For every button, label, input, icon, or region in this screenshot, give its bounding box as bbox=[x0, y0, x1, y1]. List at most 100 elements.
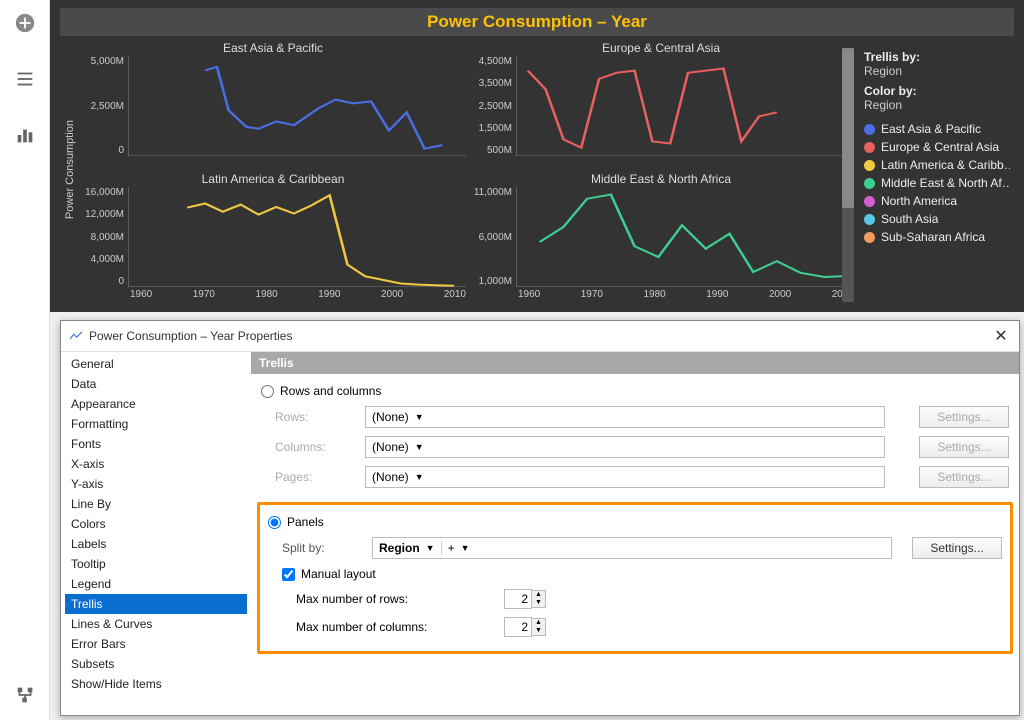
chevron-down-icon[interactable]: ▼ bbox=[532, 627, 545, 635]
y-tick: 4,500M bbox=[468, 56, 512, 67]
max-rows-input[interactable] bbox=[504, 589, 532, 609]
max-cols-spinner[interactable]: ▲▼ bbox=[504, 617, 546, 637]
nav-item-colors[interactable]: Colors bbox=[65, 514, 247, 534]
rows-columns-radio[interactable] bbox=[261, 385, 274, 398]
nav-item-x-axis[interactable]: X-axis bbox=[65, 454, 247, 474]
panels-radio[interactable] bbox=[268, 516, 281, 529]
rows-dropdown[interactable]: (None)▼ bbox=[365, 406, 885, 428]
y-tick: 0 bbox=[80, 145, 124, 156]
y-tick: 16,000M bbox=[80, 187, 124, 198]
line-plot bbox=[516, 56, 854, 156]
trellis-grid: East Asia & Pacific5,000M2,500M0Europe &… bbox=[80, 40, 854, 300]
nav-item-fonts[interactable]: Fonts bbox=[65, 434, 247, 454]
legend-item[interactable]: North America bbox=[864, 192, 1010, 210]
nav-item-general[interactable]: General bbox=[65, 354, 247, 374]
nav-item-line-by[interactable]: Line By bbox=[65, 494, 247, 514]
color-by-label: Color by: bbox=[864, 84, 1010, 98]
legend-item[interactable]: Middle East & North Af… bbox=[864, 174, 1010, 192]
y-tick: 3,500M bbox=[468, 78, 512, 89]
left-icon-rail bbox=[0, 0, 50, 720]
y-tick: 2,500M bbox=[80, 101, 124, 112]
y-tick: 6,000M bbox=[468, 232, 512, 243]
x-tick: 1960 bbox=[518, 289, 540, 300]
nav-item-y-axis[interactable]: Y-axis bbox=[65, 474, 247, 494]
chevron-up-icon[interactable]: ▲ bbox=[532, 591, 545, 599]
y-tick: 1,500M bbox=[468, 123, 512, 134]
y-tick: 8,000M bbox=[80, 232, 124, 243]
legend-label: Europe & Central Asia bbox=[881, 140, 999, 154]
nav-item-trellis[interactable]: Trellis bbox=[65, 594, 247, 614]
trellis-panel[interactable]: Europe & Central Asia4,500M3,500M2,500M1… bbox=[468, 40, 854, 169]
nav-item-labels[interactable]: Labels bbox=[65, 534, 247, 554]
y-tick: 4,000M bbox=[80, 254, 124, 265]
trellis-panel[interactable]: Middle East & North Africa11,000M 6,000M 1… bbox=[468, 171, 854, 300]
panel-title: Middle East & North Africa bbox=[468, 171, 854, 187]
y-tick: 500M bbox=[468, 145, 512, 156]
split-by-dropdown[interactable]: Region ▼ + ▼ bbox=[372, 537, 892, 559]
legend-item[interactable]: South Asia bbox=[864, 210, 1010, 228]
nav-item-error-bars[interactable]: Error Bars bbox=[65, 634, 247, 654]
legend-label: Latin America & Caribb… bbox=[881, 158, 1010, 172]
close-icon[interactable]: ✕ bbox=[991, 326, 1011, 346]
nav-item-show-hide-items[interactable]: Show/Hide Items bbox=[65, 674, 247, 694]
legend-swatch bbox=[864, 178, 875, 189]
rows-settings-button[interactable]: Settings... bbox=[919, 406, 1009, 428]
y-tick: 1,000M bbox=[468, 276, 512, 287]
properties-dialog: Power Consumption – Year Properties ✕ Ge… bbox=[60, 320, 1020, 716]
chevron-down-icon[interactable]: ▼ bbox=[532, 599, 545, 607]
x-tick: 1960 bbox=[130, 289, 152, 300]
legend-label: Sub-Saharan Africa bbox=[881, 230, 985, 244]
y-tick: 5,000M bbox=[80, 56, 124, 67]
y-tick: 11,000M bbox=[468, 187, 512, 198]
nav-item-lines-curves[interactable]: Lines & Curves bbox=[65, 614, 247, 634]
x-tick: 1990 bbox=[318, 289, 340, 300]
legend-label: North America bbox=[881, 194, 957, 208]
trellis-by-value: Region bbox=[864, 64, 1010, 78]
nav-item-subsets[interactable]: Subsets bbox=[65, 654, 247, 674]
trellis-by-label: Trellis by: bbox=[864, 50, 1010, 64]
scrollbar[interactable] bbox=[842, 48, 854, 302]
nav-item-legend[interactable]: Legend bbox=[65, 574, 247, 594]
legend-item[interactable]: Europe & Central Asia bbox=[864, 138, 1010, 156]
list-icon[interactable] bbox=[12, 66, 38, 92]
columns-dropdown[interactable]: (None)▼ bbox=[365, 436, 885, 458]
add-icon[interactable] bbox=[12, 10, 38, 36]
trellis-panel[interactable]: Latin America & Caribbean16,000M12,000M8… bbox=[80, 171, 466, 300]
nav-item-tooltip[interactable]: Tooltip bbox=[65, 554, 247, 574]
pages-dropdown[interactable]: (None)▼ bbox=[365, 466, 885, 488]
legend-item[interactable]: Latin America & Caribb… bbox=[864, 156, 1010, 174]
chart-title: Power Consumption – Year bbox=[60, 8, 1014, 36]
panels-highlight: Panels Split by: Region ▼ + ▼ Settings..… bbox=[257, 502, 1013, 654]
split-settings-button[interactable]: Settings... bbox=[912, 537, 1002, 559]
dialog-titlebar[interactable]: Power Consumption – Year Properties ✕ bbox=[61, 321, 1019, 352]
manual-layout-checkbox[interactable] bbox=[282, 568, 295, 581]
nav-item-appearance[interactable]: Appearance bbox=[65, 394, 247, 414]
scrollbar-thumb[interactable] bbox=[842, 48, 854, 208]
color-by-value: Region bbox=[864, 98, 1010, 112]
y-tick: 2,500M bbox=[468, 101, 512, 112]
pages-settings-button[interactable]: Settings... bbox=[919, 466, 1009, 488]
panel-title: East Asia & Pacific bbox=[80, 40, 466, 56]
visualization-panel: Power Consumption – Year Power Consumpti… bbox=[50, 0, 1024, 312]
y-axis-title: Power Consumption bbox=[60, 120, 80, 219]
dialog-nav: GeneralDataAppearanceFormattingFontsX-ax… bbox=[61, 352, 251, 715]
nav-item-data[interactable]: Data bbox=[65, 374, 247, 394]
legend-label: East Asia & Pacific bbox=[881, 122, 981, 136]
legend-panel: Trellis by: Region Color by: Region East… bbox=[854, 40, 1014, 300]
x-tick: 1990 bbox=[706, 289, 728, 300]
columns-settings-button[interactable]: Settings... bbox=[919, 436, 1009, 458]
max-cols-input[interactable] bbox=[504, 617, 532, 637]
line-plot bbox=[516, 187, 854, 287]
legend-item[interactable]: Sub-Saharan Africa bbox=[864, 228, 1010, 246]
bar-chart-icon[interactable] bbox=[12, 122, 38, 148]
legend-item[interactable]: East Asia & Pacific bbox=[864, 120, 1010, 138]
legend-swatch bbox=[864, 196, 875, 207]
legend-label: Middle East & North Af… bbox=[881, 176, 1010, 190]
legend-label: South Asia bbox=[881, 212, 938, 226]
hierarchy-icon[interactable] bbox=[12, 682, 38, 708]
trellis-panel[interactable]: East Asia & Pacific5,000M 2,500M 0 bbox=[80, 40, 466, 169]
chevron-up-icon[interactable]: ▲ bbox=[532, 619, 545, 627]
max-rows-spinner[interactable]: ▲▼ bbox=[504, 589, 546, 609]
split-by-label: Split by: bbox=[282, 541, 362, 555]
nav-item-formatting[interactable]: Formatting bbox=[65, 414, 247, 434]
